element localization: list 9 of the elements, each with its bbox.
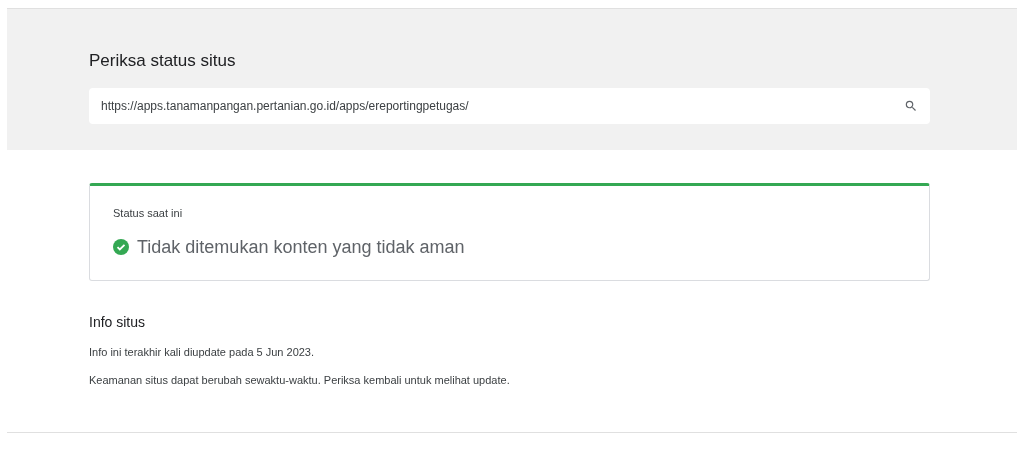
search-field[interactable]: https://apps.tanamanpangan.pertanian.go.id/apps/ereportingpetugas/: [89, 88, 930, 124]
info-title: Info situs: [89, 313, 147, 332]
info-text: Keamanan situs dapat berubah sewaktu-waktu. Periksa kembali untuk melihat update.: [89, 373, 511, 388]
status-result: Tidak ditemukan konten yang tidak aman: [137, 235, 465, 259]
search-icon[interactable]: [904, 99, 918, 113]
status-label: Status saat ini: [113, 206, 184, 221]
info-text: Info ini terakhir kali diupdate pada 5 Jun 2023.: [89, 345, 316, 360]
check-circle-icon: [113, 239, 129, 255]
section-title: Periksa status situs: [89, 51, 237, 71]
